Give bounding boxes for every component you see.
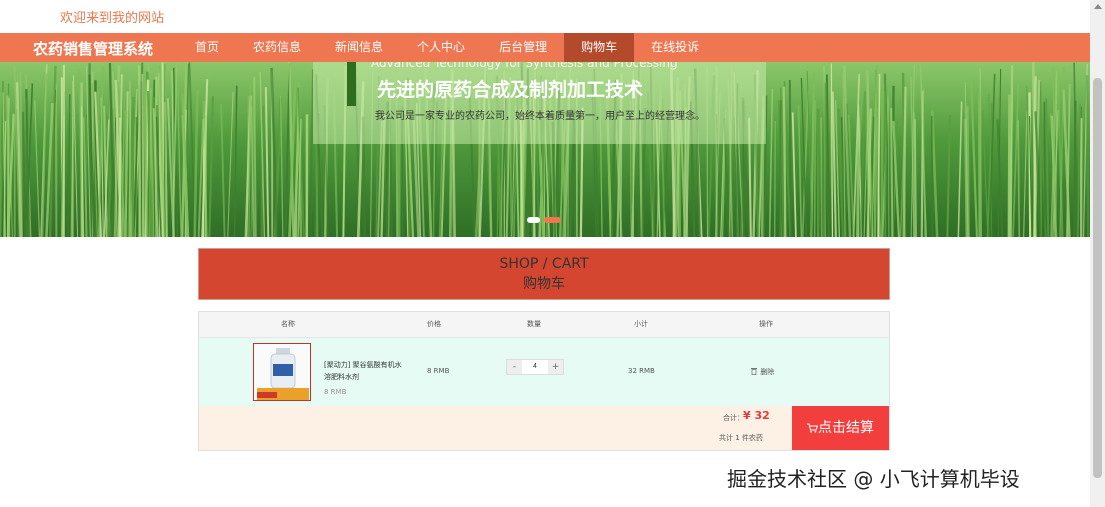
nav-item-home[interactable]: 首页: [178, 33, 236, 62]
checkout-label: 点击结算: [818, 420, 874, 436]
header-price: 价格: [427, 320, 441, 328]
trash-icon: [751, 368, 757, 375]
total-label: 合计：: [723, 414, 744, 422]
heading-zh: 购物车: [523, 276, 565, 292]
product-thumbnail[interactable]: [253, 343, 311, 401]
quantity-input[interactable]: [522, 360, 548, 374]
scroll-up-arrow-icon[interactable]: [1094, 4, 1102, 9]
decrease-qty-button[interactable]: -: [507, 360, 522, 374]
nav-item-profile[interactable]: 个人中心: [400, 33, 482, 62]
nav-item-pesticide-info[interactable]: 农药信息: [236, 33, 318, 62]
delete-button[interactable]: 删除: [750, 367, 774, 377]
fertilizer-bottle-icon: [254, 344, 310, 400]
banner-subtitle: Advanced Technology for Synthesis and Pr…: [371, 62, 678, 70]
product-price: 8 RMB: [427, 367, 450, 375]
cart-table-header: 名称 价格 数量 小计 操作: [199, 312, 889, 338]
nav-item-complaint[interactable]: 在线投诉: [634, 33, 716, 62]
cart-row: [聚动力] 聚谷氨酸有机水溶肥料水剂 8 RMB 8 RMB - + 32 RM…: [199, 338, 889, 406]
checkout-button[interactable]: 点击结算: [792, 406, 889, 450]
hero-banner: Advanced Technology for Synthesis and Pr…: [0, 62, 1090, 237]
header-qty: 数量: [527, 320, 541, 328]
nav-item-admin[interactable]: 后台管理: [482, 33, 564, 62]
cart-table: 名称 价格 数量 小计 操作 [聚动力] 聚谷氨酸有机水溶肥料水剂 8 RMB …: [198, 311, 890, 451]
nav-item-news[interactable]: 新闻信息: [318, 33, 400, 62]
top-bar: 欢迎来到我的网站: [0, 0, 1090, 33]
welcome-text: 欢迎来到我的网站: [60, 11, 165, 26]
row-subtotal: 32 RMB: [628, 367, 655, 375]
total-value: ¥ 32: [743, 409, 770, 422]
banner-caption: Advanced Technology for Synthesis and Pr…: [313, 62, 766, 144]
banner-title: 先进的原药合成及制剂加工技术: [377, 79, 644, 101]
header-subtotal: 小计: [634, 320, 648, 328]
page: 欢迎来到我的网站 农药销售管理系统 首页 农药信息 新闻信息 个人中心 后台管理…: [0, 0, 1105, 507]
nav-item-cart[interactable]: 购物车: [564, 33, 635, 62]
increase-qty-button[interactable]: +: [548, 360, 563, 374]
quantity-stepper: - +: [506, 359, 564, 375]
main-nav: 农药销售管理系统 首页 农药信息 新闻信息 个人中心 后台管理 购物车 在线投诉: [0, 33, 1090, 62]
heading-en: SHOP / CART: [499, 256, 589, 272]
product-name[interactable]: [聚动力] 聚谷氨酸有机水溶肥料水剂: [324, 359, 404, 383]
item-count: 共计 1 件农药: [719, 434, 763, 442]
carousel-dots: [527, 217, 561, 223]
cart-icon: [807, 423, 819, 433]
header-ops: 操作: [759, 320, 773, 328]
nav-items: 首页 农药信息 新闻信息 个人中心 后台管理 购物车 在线投诉: [178, 33, 716, 62]
product-unit-price: 8 RMB: [324, 388, 347, 396]
carousel-dot-active[interactable]: [544, 217, 561, 223]
page-scrollbar[interactable]: [1090, 0, 1105, 507]
site-brand[interactable]: 农药销售管理系统: [33, 38, 153, 59]
cart-footer: 合计： ¥ 32 共计 1 件农药 点击结算: [199, 406, 889, 450]
carousel-dot[interactable]: [527, 217, 540, 223]
watermark-text: 掘金技术社区 @ 小飞计算机毕设: [727, 467, 1020, 491]
caption-accent-bar: [347, 62, 356, 106]
scrollbar-thumb[interactable]: [1093, 78, 1102, 478]
delete-label: 删除: [760, 368, 775, 376]
header-name: 名称: [281, 320, 295, 328]
banner-description: 我公司是一家专业的农药公司，始终本着质量第一，用户至上的经营理念。: [375, 111, 705, 122]
shop-cart-heading: SHOP / CART 购物车: [198, 248, 890, 300]
